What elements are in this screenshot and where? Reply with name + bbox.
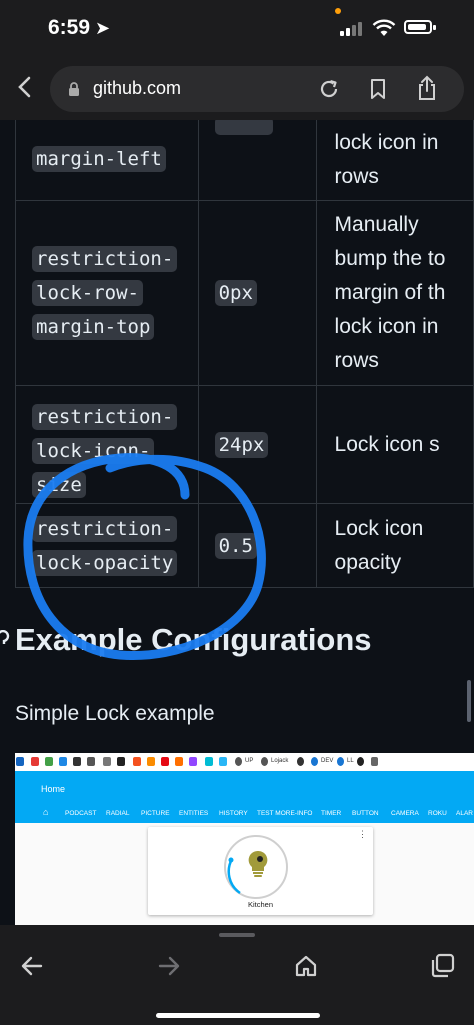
- example-screenshot: UP Lojack DEV LL Home ⌂ PODCAST RADIAL P…: [15, 753, 474, 925]
- lightbulb-icon: [248, 850, 268, 877]
- description-line: rows: [334, 164, 379, 188]
- reload-icon[interactable]: [317, 77, 341, 101]
- ha-tab: PICTURE: [141, 810, 170, 817]
- wifi-icon: [372, 19, 396, 36]
- bookmarks-bar: UP Lojack DEV LL: [15, 753, 474, 772]
- ha-tab: ALAR: [456, 810, 473, 817]
- option-default-value: 0.5: [214, 532, 257, 559]
- description-line: bump the to: [334, 247, 446, 270]
- option-default-cell: 0px: [197, 200, 317, 386]
- bookmark-label: DEV: [321, 758, 334, 764]
- ha-tab: PODCAST: [65, 810, 97, 817]
- ha-tab: ENTITIES: [179, 810, 209, 817]
- table-row: margin-left lock icon in rows: [15, 120, 474, 201]
- description-line: opacity: [334, 550, 402, 574]
- battery-icon: [404, 20, 436, 34]
- home-indicator: [156, 1013, 320, 1018]
- light-card: ⋮ Kitchen: [148, 827, 373, 915]
- tabs-icon[interactable]: [430, 953, 456, 979]
- location-arrow-icon: ➤: [95, 18, 111, 38]
- back-arrow-icon[interactable]: [19, 953, 45, 979]
- card-label: Kitchen: [247, 900, 274, 909]
- anchor-link-icon[interactable]: [0, 630, 10, 650]
- option-description-cell: Manually bump the to margin of th lock i…: [315, 200, 474, 386]
- address-bar[interactable]: github.com: [50, 66, 464, 112]
- option-name-line: restriction-: [32, 515, 178, 542]
- option-default-cell: 0.5: [197, 503, 317, 588]
- more-options-icon: ⋮: [358, 829, 367, 839]
- description-line: Lock icon: [334, 516, 424, 540]
- option-name-line: margin-left: [32, 145, 166, 172]
- share-icon[interactable]: [415, 74, 439, 102]
- table-row: restriction- lock-row- margin-top 0px Ma…: [15, 200, 474, 386]
- bookmark-icon[interactable]: [368, 77, 388, 101]
- option-name-line: lock-row-: [32, 280, 143, 306]
- browser-bottom-bar: [0, 925, 474, 1025]
- ha-tab: TIMER: [321, 810, 342, 817]
- bookmark-label: UP: [245, 758, 254, 764]
- option-name-cell: restriction- lock-opacity: [15, 503, 199, 588]
- option-description-cell: Lock icon s: [315, 385, 474, 504]
- ha-tab: BUTTON: [352, 810, 379, 817]
- option-name-line: margin-top: [32, 314, 155, 340]
- option-default-cell: [197, 120, 317, 201]
- options-table: margin-left lock icon in rows restrictio…: [15, 120, 474, 588]
- mic-indicator-icon: [335, 8, 341, 14]
- bookmark-label: Lojack: [271, 758, 289, 764]
- ha-tab: HISTORY: [219, 810, 248, 817]
- forward-arrow-icon[interactable]: [156, 953, 182, 979]
- scrollbar[interactable]: [467, 680, 471, 722]
- section-subheading: Simple Lock example: [15, 702, 215, 725]
- home-icon[interactable]: [293, 953, 319, 979]
- description-line: lock icon in: [334, 130, 439, 154]
- table-row: restriction- lock-icon- size 24px Lock i…: [15, 385, 474, 504]
- description-line: margin of th: [334, 281, 446, 304]
- clock: 6:59: [48, 16, 91, 39]
- option-default-cell: 24px: [197, 385, 317, 504]
- option-default-value: 0px: [214, 280, 257, 306]
- option-name-line: restriction-: [32, 403, 178, 430]
- option-default-value: 24px: [214, 431, 269, 458]
- browser-back-icon[interactable]: [12, 72, 40, 102]
- option-name-cell: margin-left: [15, 120, 199, 201]
- description-line: rows: [334, 349, 379, 372]
- sheet-handle[interactable]: [219, 933, 255, 937]
- table-row: restriction- lock-opacity 0.5 Lock icon …: [15, 503, 474, 588]
- ha-tab: ROKU: [428, 810, 447, 817]
- bookmark-label: LL: [347, 758, 354, 764]
- page-content: margin-left lock icon in rows restrictio…: [0, 120, 474, 925]
- url-text: github.com: [93, 78, 182, 98]
- option-description-cell: lock icon in rows: [315, 120, 474, 201]
- description-line: lock icon in: [334, 315, 439, 338]
- description-line: Manually: [334, 213, 419, 236]
- option-name-line: size: [32, 471, 86, 498]
- ha-tab: RADIAL: [106, 810, 130, 817]
- option-name-cell: restriction- lock-icon- size: [15, 385, 199, 504]
- ha-title: Home: [41, 784, 66, 794]
- home-icon: ⌂: [43, 807, 49, 817]
- option-name-line: restriction-: [32, 246, 178, 272]
- description-line: Lock icon s: [334, 432, 440, 456]
- status-bar: 6:59 ➤: [0, 0, 474, 58]
- option-name-line: lock-icon-: [32, 437, 155, 464]
- cellular-signal-icon: [340, 22, 366, 36]
- option-default-value: [214, 120, 273, 135]
- option-name-line: lock-opacity: [32, 549, 178, 576]
- ha-tab: TEST MORE-INFO: [257, 810, 313, 817]
- section-heading: Example Configurations: [15, 622, 372, 657]
- ha-tab: CAMERA: [391, 810, 419, 817]
- option-description-cell: Lock icon opacity: [315, 503, 474, 588]
- option-name-cell: restriction- lock-row- margin-top: [15, 200, 199, 386]
- lock-icon: [69, 82, 79, 96]
- browser-toolbar: github.com: [0, 58, 474, 120]
- ha-header: Home ⌂ PODCAST RADIAL PICTURE ENTITIES H…: [15, 771, 474, 823]
